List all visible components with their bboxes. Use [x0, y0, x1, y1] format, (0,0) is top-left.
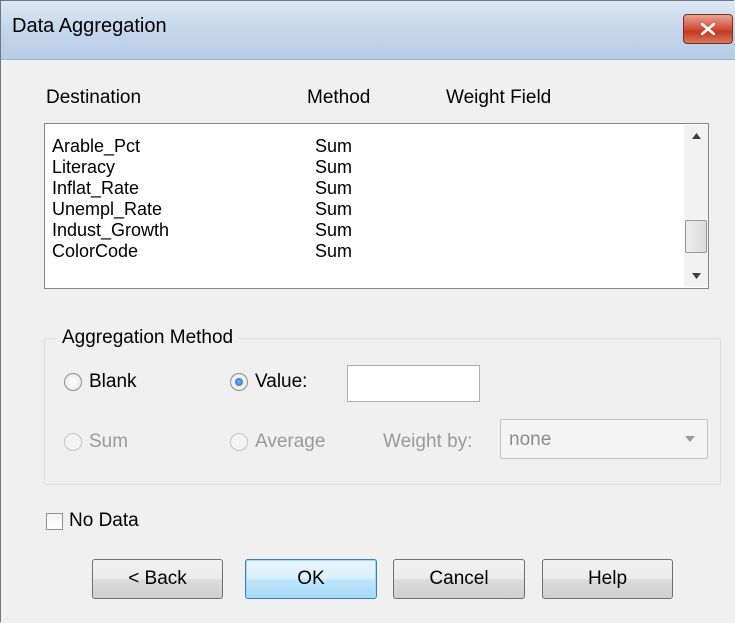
chevron-down-icon: [685, 436, 695, 442]
radio-circle-disabled: [64, 433, 82, 451]
radio-sum-label: Sum: [89, 431, 129, 452]
no-data-checkbox[interactable]: No Data: [46, 510, 139, 532]
ok-button[interactable]: OK: [245, 559, 377, 599]
title-bar: Data Aggregation: [1, 1, 735, 60]
list-item[interactable]: Arable_Pct Sum: [45, 136, 675, 157]
field-destination: Indust_Growth: [52, 220, 170, 240]
scroll-up-button[interactable]: [684, 125, 708, 147]
radio-average-label: Average: [255, 431, 326, 452]
cancel-button[interactable]: Cancel: [393, 559, 525, 599]
field-method: Sum: [315, 199, 353, 219]
column-header-weight-field: Weight Field: [446, 87, 552, 108]
radio-blank-label: Blank: [89, 371, 137, 392]
weight-by-value: none: [509, 429, 552, 450]
field-destination: Literacy: [52, 157, 116, 177]
field-destination: Inflat_Rate: [52, 178, 140, 198]
list-item[interactable]: Literacy Sum: [45, 157, 675, 178]
field-method: Sum: [315, 157, 353, 177]
radio-average: Average: [230, 431, 325, 453]
radio-circle-selected[interactable]: [230, 373, 248, 391]
radio-blank[interactable]: Blank: [64, 371, 137, 393]
field-destination: ColorCode: [52, 241, 139, 261]
field-method: Sum: [315, 220, 353, 240]
radio-value[interactable]: Value:: [230, 371, 307, 393]
scrollbar-thumb[interactable]: [685, 220, 707, 253]
field-method: Sum: [315, 136, 353, 156]
data-aggregation-dialog: Data Aggregation Destination Method Weig…: [0, 0, 735, 622]
list-item[interactable]: ColorCode Sum: [45, 241, 675, 262]
vertical-scrollbar[interactable]: [684, 125, 708, 287]
field-destination: Unempl_Rate: [52, 199, 163, 219]
radio-circle-disabled: [230, 433, 248, 451]
close-button[interactable]: [683, 14, 733, 44]
field-destination: Arable_Pct: [52, 136, 141, 156]
list-item[interactable]: Inflat_Rate Sum: [45, 178, 675, 199]
field-method: Sum: [315, 241, 353, 261]
arrow-up-icon: [692, 133, 701, 139]
list-item[interactable]: Unempl_Rate Sum: [45, 199, 675, 220]
column-header-destination: Destination: [46, 87, 142, 108]
checkbox-box[interactable]: [46, 512, 63, 530]
column-header-method: Method: [307, 87, 371, 108]
arrow-down-icon: [692, 273, 701, 279]
weight-by-label: Weight by:: [383, 431, 473, 452]
radio-sum: Sum: [64, 431, 128, 453]
list-item[interactable]: Indust_Growth Sum: [45, 220, 675, 241]
aggregation-method-legend: Aggregation Method: [57, 327, 239, 349]
value-input[interactable]: [347, 365, 480, 402]
radio-value-label: Value:: [255, 371, 308, 392]
close-icon: [701, 23, 715, 35]
field-method: Sum: [315, 178, 353, 198]
aggregation-method-group: [44, 338, 721, 485]
no-data-label: No Data: [69, 510, 139, 531]
window-title: Data Aggregation: [12, 15, 167, 37]
radio-circle[interactable]: [64, 373, 82, 391]
field-list[interactable]: Arable_Pct Sum Literacy Sum Inflat_Rate …: [44, 123, 709, 289]
help-button[interactable]: Help: [542, 559, 673, 599]
scroll-down-button[interactable]: [684, 265, 708, 287]
back-button[interactable]: < Back: [92, 559, 223, 599]
weight-by-dropdown: none: [500, 419, 708, 459]
